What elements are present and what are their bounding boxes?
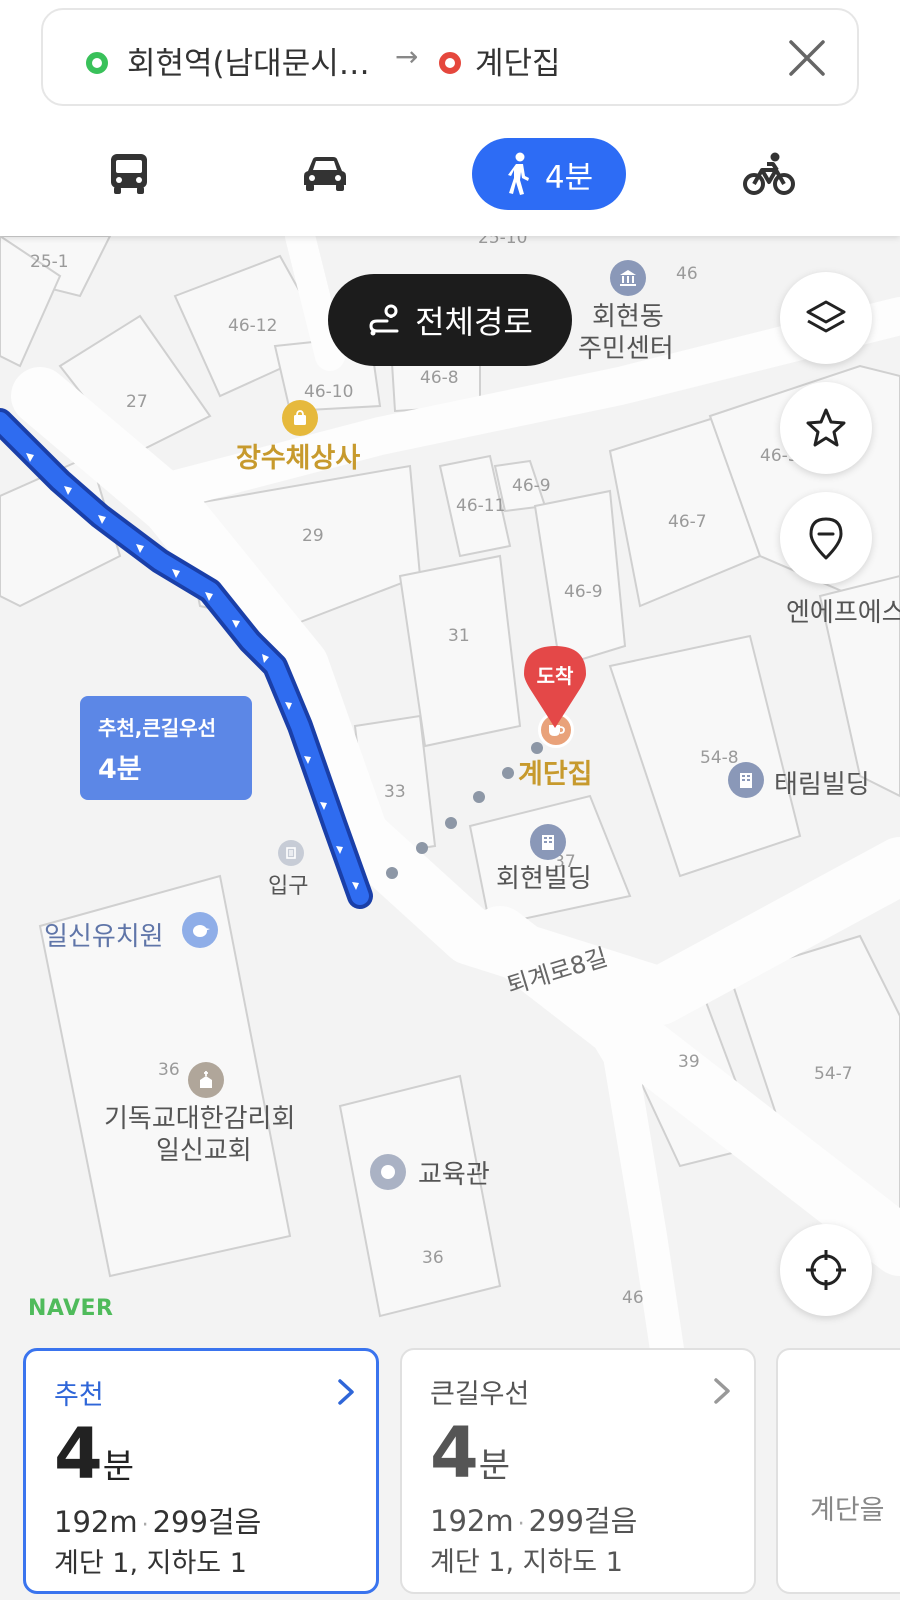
- bus-icon: [111, 154, 147, 194]
- arrival-pin-icon[interactable]: 도착: [522, 644, 588, 730]
- building-label[interactable]: 태림빌딩: [774, 764, 870, 801]
- building-label[interactable]: 회현빌딩: [496, 858, 592, 895]
- lot-label: 46: [676, 264, 698, 284]
- route-option-distance: 192m · 299걸음: [54, 1505, 262, 1539]
- route-option-time: 4분: [430, 1412, 510, 1494]
- route-arrow-icon: →: [395, 40, 419, 73]
- lot-label: 46-7: [668, 512, 707, 532]
- place-dot-icon[interactable]: [370, 1154, 406, 1190]
- office-building-icon[interactable]: [728, 762, 764, 798]
- lot-label: 46-10: [304, 382, 354, 402]
- church-icon[interactable]: [188, 1062, 224, 1098]
- route-option-title: 계단을: [810, 1495, 885, 1526]
- pin-icon: [809, 517, 843, 560]
- naver-logo: NAVER: [28, 1296, 114, 1321]
- government-building-icon[interactable]: [610, 260, 646, 296]
- walk-icon: [507, 152, 529, 195]
- mode-bike-button[interactable]: [740, 138, 798, 210]
- walk-time-label: 4분: [544, 159, 594, 196]
- favorite-button[interactable]: [780, 382, 872, 474]
- callout-time: 4분: [98, 754, 142, 785]
- origin-dot-icon: [86, 52, 108, 74]
- entrance-label[interactable]: 입구: [268, 868, 308, 900]
- route-icon: [369, 304, 399, 336]
- pin-button[interactable]: [780, 492, 872, 584]
- chevron-right-icon: [338, 1379, 354, 1405]
- mode-walk-button[interactable]: 4분: [472, 138, 626, 210]
- church-label[interactable]: 일신교회: [156, 1130, 252, 1167]
- office-building-icon[interactable]: [530, 824, 566, 860]
- route-search-box[interactable]: 회현역(남대문시… → 계단집: [41, 8, 859, 106]
- route-time-callout[interactable]: 추천,큰길우선 4분: [80, 696, 252, 800]
- lot-label: 46-12: [228, 316, 278, 336]
- arrival-label: 도착: [536, 664, 574, 688]
- layers-button[interactable]: [780, 272, 872, 364]
- route-option-distance: 192m · 299걸음: [430, 1504, 638, 1538]
- lot-label: 46-11: [456, 496, 506, 516]
- route-option-title: 큰길우선: [430, 1379, 530, 1410]
- kindergarten-label[interactable]: 일신유치원: [44, 916, 164, 953]
- shop-label[interactable]: 장수체상사: [236, 436, 360, 475]
- destination-dot-icon: [439, 52, 461, 74]
- lot-label: 33: [384, 782, 406, 802]
- destination-label[interactable]: 계단집: [475, 38, 561, 83]
- route-option-time: 4분: [54, 1413, 134, 1495]
- route-option-features: 계단 1, 지하도 1: [54, 1548, 247, 1579]
- lot-label: 46: [622, 1288, 644, 1308]
- origin-label[interactable]: 회현역(남대문시…: [127, 38, 370, 83]
- lot-label: 46-9: [564, 582, 603, 602]
- lot-label: 54-7: [814, 1064, 853, 1084]
- lot-label: 29: [302, 526, 324, 546]
- route-option-card-main-road[interactable]: 큰길우선 4분 192m · 299걸음 계단 1, 지하도 1: [400, 1348, 756, 1594]
- full-route-label: 전체경로: [415, 303, 533, 341]
- layers-icon: [806, 300, 846, 333]
- car-icon: [304, 157, 346, 191]
- full-route-button[interactable]: 전체경로: [328, 274, 572, 366]
- place-label[interactable]: 엔에프에스: [786, 592, 900, 629]
- bike-icon: [743, 152, 795, 195]
- lot-label: 27: [126, 392, 148, 412]
- route-option-title: 추천: [54, 1380, 104, 1411]
- entrance-icon[interactable]: [278, 840, 304, 866]
- lot-label: 36: [422, 1248, 444, 1268]
- lot-label: 54-8: [700, 748, 739, 768]
- lot-label: 39: [678, 1052, 700, 1072]
- lot-label: 46-9: [512, 476, 551, 496]
- lot-label: 46-8: [420, 368, 459, 388]
- shop-bag-icon[interactable]: [282, 400, 318, 436]
- close-icon[interactable]: [787, 38, 827, 78]
- lot-label: 31: [448, 626, 470, 646]
- destination-place-label[interactable]: 계단집: [518, 752, 593, 791]
- lot-label: 36: [158, 1060, 180, 1080]
- route-option-card-partial[interactable]: 계단을: [776, 1348, 900, 1594]
- location-target-icon: [806, 1250, 846, 1290]
- chevron-right-icon: [714, 1378, 730, 1404]
- lot-label: 25-1: [30, 252, 69, 272]
- current-location-button[interactable]: [780, 1224, 872, 1316]
- mode-bus-button[interactable]: [96, 138, 162, 210]
- route-option-features: 계단 1, 지하도 1: [430, 1547, 623, 1578]
- kindergarten-icon[interactable]: [182, 912, 218, 948]
- route-option-card-recommended[interactable]: 추천 4분 192m · 299걸음 계단 1, 지하도 1: [23, 1348, 379, 1594]
- mode-car-button[interactable]: [296, 138, 354, 210]
- star-icon: [806, 408, 846, 447]
- education-hall-label[interactable]: 교육관: [418, 1154, 490, 1191]
- route-header: 회현역(남대문시… → 계단집 4분: [0, 0, 900, 236]
- callout-route-names: 추천,큰길우선: [98, 716, 216, 740]
- lot-label: 25-10: [478, 236, 528, 248]
- community-center-label[interactable]: 주민센터: [578, 328, 674, 365]
